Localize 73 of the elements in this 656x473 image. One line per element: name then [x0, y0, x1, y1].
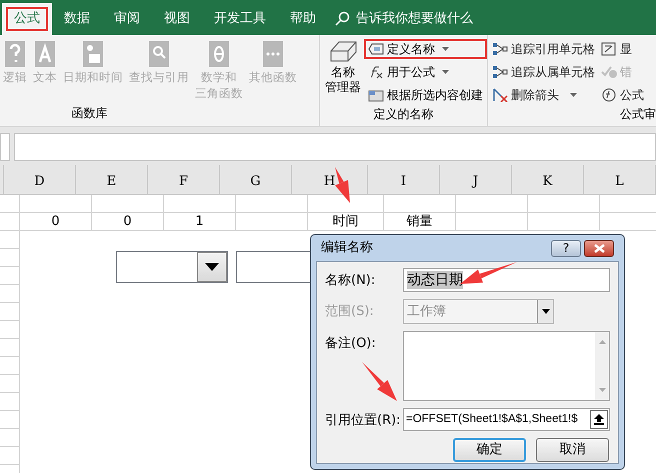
column-header[interactable]: G [220, 165, 292, 194]
cell-value: 0 [51, 212, 60, 231]
auditing-command[interactable]: 公式 [601, 85, 644, 105]
field-label: 备注(O): [325, 335, 377, 353]
help-button[interactable]: ? [551, 240, 581, 256]
comment-field[interactable] [403, 331, 610, 401]
defined-name-command[interactable]: 根据所选内容创建 [364, 85, 487, 105]
dropdown-arrow-icon [542, 309, 550, 314]
tell-me-field[interactable]: 告诉我你想要做什么 [356, 9, 473, 29]
auditing-command[interactable]: 删除箭头 [492, 85, 595, 105]
field-label: 引用位置(R): [325, 412, 397, 430]
name-box[interactable] [0, 133, 10, 161]
ribbon-tab[interactable]: 帮助 [278, 3, 328, 35]
ribbon-tab[interactable]: 数据 [52, 3, 102, 35]
cell-value: 时间 [332, 212, 358, 231]
collapse-icon [594, 414, 604, 425]
auditing-command[interactable]: 显 [601, 39, 644, 59]
search-icon [334, 11, 350, 27]
dialog-button[interactable]: 取消 [536, 438, 609, 462]
caret-icon [570, 93, 577, 97]
more-book-icon [261, 40, 285, 68]
field-label: 名称(N): [325, 272, 376, 290]
dialog-title: 编辑名称 [321, 239, 374, 258]
cell-value: 销量 [406, 212, 432, 231]
cross-arrows-icon [492, 88, 508, 102]
group-label: 公式审 [620, 106, 656, 123]
label-icon [368, 42, 384, 56]
ribbon-tab[interactable]: 视图 [152, 3, 202, 35]
annotation-arrow [335, 167, 350, 203]
cell-value: 1 [195, 212, 204, 231]
column-header[interactable]: L [584, 165, 656, 194]
auditing-command[interactable]: 追踪引用单元格 [492, 39, 595, 59]
check-warning-icon [601, 65, 617, 79]
dialog-button[interactable]: 确定 [453, 438, 526, 462]
reference-field[interactable]: =OFFSET(Sheet1!$A$1,Sheet1!$ [403, 408, 610, 431]
dropdown-control[interactable] [116, 251, 228, 283]
calendar-book-icon [81, 40, 105, 68]
ribbon-tab[interactable]: 开发工具 [202, 3, 278, 35]
formula-bar[interactable] [14, 133, 656, 161]
auditing-command[interactable]: 追踪从属单元格 [492, 62, 595, 82]
scroll-down-arrow-icon[interactable] [598, 388, 606, 392]
close-button[interactable] [584, 240, 614, 256]
annotation-arrow [460, 262, 517, 284]
column-header[interactable]: D [4, 165, 76, 194]
ribbon-tab[interactable]: 公式 [2, 3, 52, 35]
cell-value: 0 [123, 212, 132, 231]
theta-book-icon [207, 40, 231, 68]
group-label: 函数库 [70, 105, 108, 122]
annotation-arrow [362, 362, 397, 401]
search-book-icon [147, 40, 171, 68]
name-field[interactable]: 动态日期 [403, 268, 610, 292]
table-icon [368, 88, 384, 102]
defined-name-command[interactable]: 用于公式 [364, 62, 487, 82]
formula-sheet-icon [601, 42, 617, 56]
field-label: 范围(S): [325, 303, 375, 321]
name-manager-button[interactable]: 名称 管理器 [324, 39, 362, 105]
column-header[interactable]: J [440, 165, 512, 194]
trace-arrows-icon [492, 42, 508, 56]
column-header[interactable]: K [512, 165, 584, 194]
help-book-icon [3, 40, 27, 68]
text-book-icon [33, 40, 57, 68]
dropdown-arrow-icon [205, 263, 219, 271]
column-header[interactable]: I [368, 165, 440, 194]
trace-arrows-icon [492, 65, 508, 79]
group-label: 定义的名称 [372, 106, 434, 123]
scroll-up-arrow-icon[interactable] [598, 340, 606, 344]
function-icon [368, 65, 384, 79]
function-circle-icon [601, 88, 617, 102]
column-header[interactable]: E [76, 165, 148, 194]
ribbon-tab[interactable]: 审阅 [102, 3, 152, 35]
close-icon [594, 244, 604, 252]
defined-name-command[interactable]: 定义名称 [364, 39, 487, 59]
column-header[interactable]: F [148, 165, 220, 194]
